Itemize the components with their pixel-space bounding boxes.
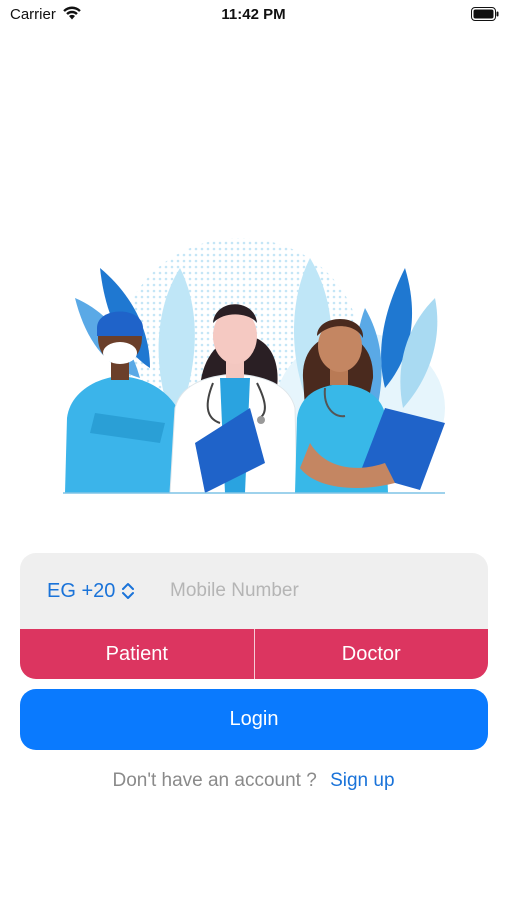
clock: 11:42 PM xyxy=(221,6,286,23)
country-code-picker[interactable]: EG +20 xyxy=(47,575,135,607)
country-code-label: EG +20 xyxy=(47,579,116,602)
medical-staff-illustration xyxy=(63,238,445,494)
role-selector: Patient Doctor xyxy=(20,629,488,679)
doctor-role-button[interactable]: Doctor xyxy=(255,629,489,679)
status-bar: Carrier 11:42 PM xyxy=(0,0,507,30)
mobile-number-input[interactable] xyxy=(170,571,470,611)
login-button[interactable]: Login xyxy=(20,689,488,750)
login-card: EG +20 Patient Doctor xyxy=(20,553,488,679)
patient-role-button[interactable]: Patient xyxy=(20,629,254,679)
signup-link[interactable]: Sign up xyxy=(330,770,394,791)
signup-prompt: Don't have an account ? xyxy=(112,770,317,791)
signup-row: Don't have an account ? Sign up xyxy=(0,770,507,792)
phone-row: EG +20 xyxy=(20,553,488,629)
chevron-up-down-icon xyxy=(122,583,135,599)
battery-icon xyxy=(471,7,499,21)
